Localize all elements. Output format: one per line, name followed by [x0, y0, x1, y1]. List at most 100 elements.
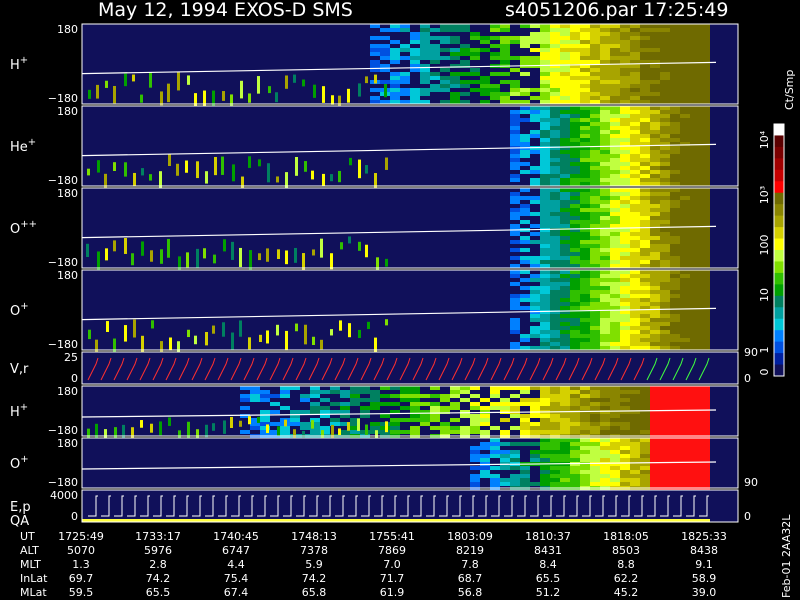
spectrogram-cell	[480, 40, 490, 44]
spectrogram-cell	[630, 260, 640, 264]
spectrogram-cell	[510, 92, 520, 96]
spectrogram-cell	[660, 442, 670, 446]
spectrogram-cell	[620, 342, 630, 346]
spectrogram-cell	[400, 390, 410, 394]
spectrogram-cell	[700, 228, 710, 232]
spectrogram-cell	[620, 466, 630, 470]
spectrogram-cell	[610, 96, 620, 100]
spectrogram-cell	[630, 450, 640, 454]
spectrogram-cell	[600, 162, 610, 166]
spectrogram-cell	[590, 442, 600, 446]
spectrogram-cell	[620, 290, 630, 294]
burst-mark	[231, 241, 234, 260]
spectrogram-cell	[500, 48, 510, 52]
spectrogram-cell	[630, 200, 640, 204]
spectrogram-cell	[680, 32, 690, 36]
spectrogram-cell	[530, 96, 540, 100]
spectrogram-cell	[600, 126, 610, 130]
spectrogram-cell	[680, 228, 690, 232]
spectrogram-cell	[570, 438, 580, 442]
spectrogram-cell	[620, 478, 630, 482]
table-cell: 1733:17	[135, 530, 181, 543]
spectrogram-cell	[700, 126, 710, 130]
spectrogram-cell	[640, 274, 650, 278]
spectrogram-cell	[300, 422, 310, 426]
burst-mark	[141, 168, 144, 176]
spectrogram-cell	[650, 330, 660, 334]
spectrogram-cell	[600, 270, 610, 274]
spectrogram-cell	[630, 130, 640, 134]
colorbar-swatch	[774, 181, 784, 194]
spectrogram-cell	[560, 92, 570, 96]
spectrogram-cell	[560, 282, 570, 286]
spectrogram-cell	[670, 68, 680, 72]
spectrogram-cell	[650, 422, 660, 426]
spectrogram-cell	[620, 326, 630, 330]
spectrogram-cell	[540, 88, 550, 92]
burst-mark	[357, 418, 360, 431]
burst-mark	[385, 421, 388, 433]
spectrogram-cell	[600, 106, 610, 110]
spectrogram-cell	[650, 220, 660, 224]
burst-mark	[358, 241, 361, 251]
spectrogram-cell	[470, 422, 480, 426]
burst-mark	[385, 258, 388, 267]
spectrogram-cell	[650, 438, 660, 442]
burst-mark	[365, 165, 368, 174]
spectrogram-cell	[570, 314, 580, 318]
spectrogram-cell	[610, 290, 620, 294]
spectrogram-cell	[300, 398, 310, 402]
spectrogram-cell	[350, 386, 360, 390]
burst-mark	[223, 420, 226, 434]
spectrogram-cell	[650, 154, 660, 158]
spectrogram-cell	[520, 208, 530, 212]
spectrogram-cell	[700, 346, 710, 350]
spectrogram-cell	[330, 418, 340, 422]
spectrogram-cell	[700, 166, 710, 170]
spectrogram-cell	[590, 390, 600, 394]
table-cell: 5.9	[305, 558, 323, 571]
spectrogram-cell	[530, 178, 540, 182]
spectrogram-cell	[590, 84, 600, 88]
spectrogram-cell	[620, 426, 630, 430]
spectrogram-cell	[320, 398, 330, 402]
spectrogram-cell	[510, 322, 520, 326]
spectrogram-cell	[580, 454, 590, 458]
spectrogram-cell	[650, 334, 660, 338]
spectrogram-cell	[490, 454, 500, 458]
spectrogram-cell	[550, 264, 560, 268]
spectrogram-cell	[490, 482, 500, 486]
spectrogram-cell	[480, 398, 490, 402]
spectrogram-cell	[310, 390, 320, 394]
spectrogram-cell	[400, 418, 410, 422]
spectrogram-cell	[560, 122, 570, 126]
spectrogram-cell	[540, 236, 550, 240]
spectrogram-cell	[560, 386, 570, 390]
spectrogram-cell	[600, 170, 610, 174]
spectrogram-cell	[450, 394, 460, 398]
spectrogram-cell	[680, 252, 690, 256]
spectrogram-cell	[650, 196, 660, 200]
spectrogram-cell	[690, 294, 700, 298]
spectrogram-cell	[510, 406, 520, 410]
spectrogram-cell	[600, 446, 610, 450]
spectrogram-cell	[660, 474, 670, 478]
spectrogram-cell	[500, 40, 510, 44]
spectrogram-cell	[500, 56, 510, 60]
spectrogram-cell	[610, 470, 620, 474]
right-tick-bottom: 0	[744, 510, 751, 523]
burst-mark	[203, 248, 206, 259]
spectrogram-cell	[690, 454, 700, 458]
spectrogram-cell	[680, 474, 690, 478]
spectrogram-cell	[560, 174, 570, 178]
spectrogram-cell	[510, 40, 520, 44]
spectrogram-cell	[700, 36, 710, 40]
spectrogram-cell	[320, 426, 330, 430]
spectrogram-cell	[530, 442, 540, 446]
spectrogram-cell	[630, 274, 640, 278]
spectrogram-cell	[640, 170, 650, 174]
spectrogram-cell	[700, 446, 710, 450]
spectrogram-cell	[390, 80, 400, 84]
spectrogram-cell	[620, 264, 630, 268]
spectrogram-cell	[670, 326, 680, 330]
